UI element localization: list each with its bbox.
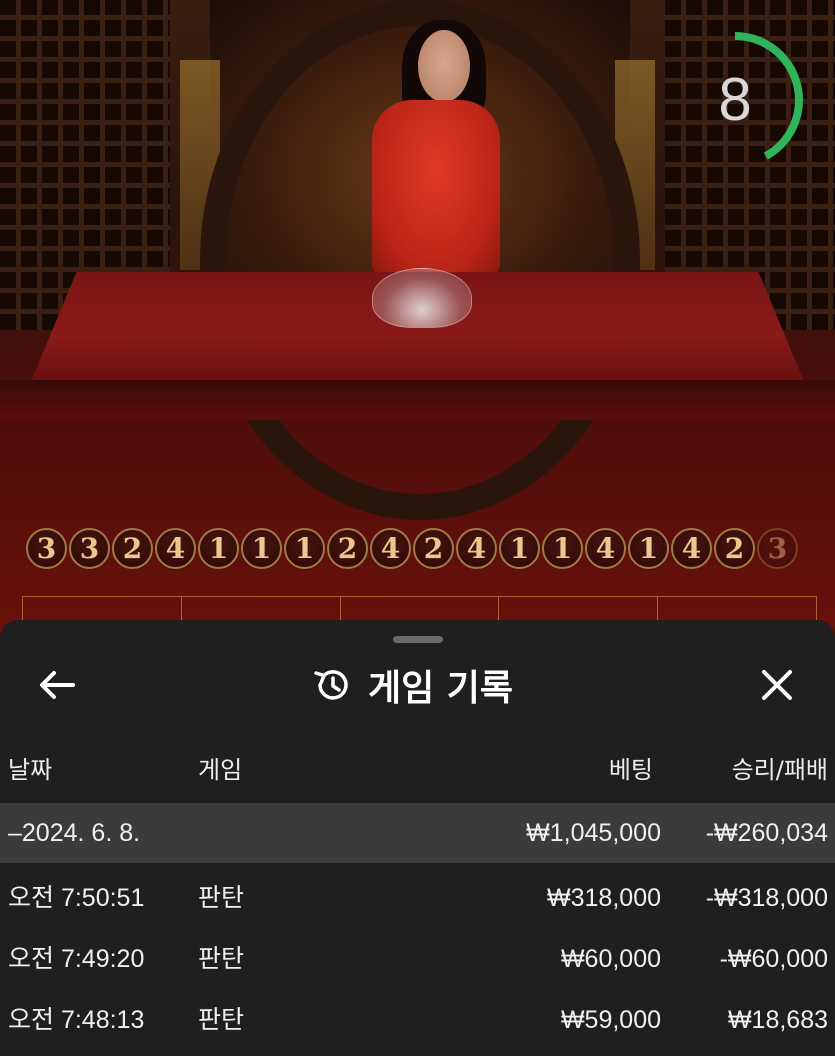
sheet-title-group: 게임 기록 <box>312 660 513 710</box>
row-time: 오전 7:49:20 <box>8 945 145 973</box>
history-row[interactable]: 오전 7:50:51 판탄 ₩318,000 -₩318,000 <box>0 868 835 928</box>
dealer <box>372 100 500 275</box>
row-game: 판탄 <box>198 883 245 912</box>
column-header-date: 날짜 <box>8 756 53 784</box>
group-win-loss-total: -₩260,034 <box>705 819 828 847</box>
date-group-row[interactable]: –2024. 6. 8. ₩1,045,000 -₩260,034 <box>0 803 835 863</box>
table-edge <box>0 380 835 420</box>
history-icon <box>314 670 348 700</box>
game-history-sheet: 게임 기록 날짜 게임 베팅 승리/패배 –2024. 6. 8. ₩1,045… <box>0 620 835 1056</box>
result-ball: 3 <box>69 528 110 569</box>
history-row[interactable]: 오전 7:48:13 판탄 ₩59,000 ₩18,683 <box>0 990 835 1050</box>
history-row[interactable]: 오전 7:49:20 판탄 ₩60,000 -₩60,000 <box>0 929 835 989</box>
countdown-number: 8 <box>718 66 752 133</box>
group-bet-total: ₩1,045,000 <box>526 819 661 847</box>
result-ball: 1 <box>542 528 583 569</box>
row-time: 오전 7:48:13 <box>8 1006 145 1034</box>
live-video: 8 332411124241141423 <box>0 0 835 640</box>
result-ball: 4 <box>671 528 712 569</box>
close-icon <box>762 670 792 700</box>
row-bet: ₩318,000 <box>547 884 661 912</box>
row-win-loss: -₩60,000 <box>719 945 828 973</box>
result-ball: 1 <box>499 528 540 569</box>
result-ball: 1 <box>284 528 325 569</box>
result-ball: 4 <box>370 528 411 569</box>
group-date: –2024. 6. 8. <box>8 819 141 847</box>
row-game: 판탄 <box>198 944 245 973</box>
result-ball: 3 <box>757 528 798 569</box>
close-button[interactable] <box>754 662 800 708</box>
back-button[interactable] <box>34 662 80 708</box>
row-game: 판탄 <box>198 1005 245 1034</box>
row-win-loss: -₩318,000 <box>705 884 828 912</box>
result-ball: 2 <box>413 528 454 569</box>
row-bet: ₩59,000 <box>560 1006 661 1034</box>
result-ball: 2 <box>327 528 368 569</box>
result-ball: 2 <box>112 528 153 569</box>
dealer-head <box>418 30 470 102</box>
row-bet: ₩60,000 <box>560 945 661 973</box>
result-ball: 4 <box>585 528 626 569</box>
column-header-game: 게임 <box>198 756 243 784</box>
result-history: 332411124241141423 <box>26 528 816 574</box>
bead-dome <box>372 268 472 328</box>
result-ball: 1 <box>198 528 239 569</box>
row-win-loss: ₩18,683 <box>727 1006 828 1034</box>
column-header-bet: 베팅 <box>608 756 653 784</box>
countdown-timer: 8 <box>667 30 804 170</box>
column-header-win-loss: 승리/패배 <box>731 756 828 784</box>
result-ball: 1 <box>628 528 669 569</box>
result-ball: 4 <box>456 528 497 569</box>
drag-handle[interactable] <box>393 636 443 643</box>
result-ball: 4 <box>155 528 196 569</box>
sheet-header: 게임 기록 <box>0 660 835 710</box>
sheet-title: 게임 기록 <box>368 668 514 709</box>
row-time: 오전 7:50:51 <box>8 884 145 912</box>
result-ball: 2 <box>714 528 755 569</box>
result-ball: 1 <box>241 528 282 569</box>
result-ball: 3 <box>26 528 67 569</box>
arrow-left-icon <box>40 671 75 699</box>
